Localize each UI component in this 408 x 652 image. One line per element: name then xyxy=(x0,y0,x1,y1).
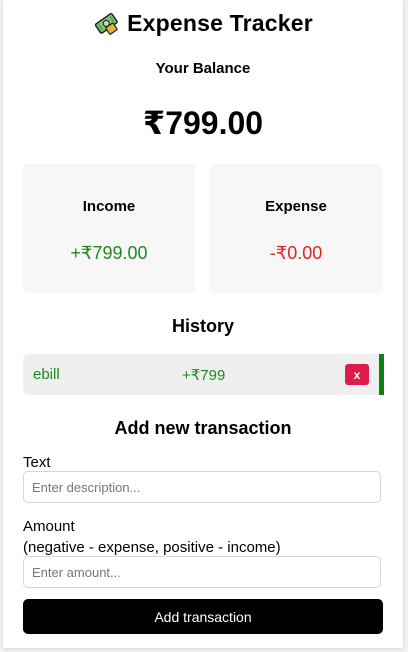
history-item-text: ebill xyxy=(33,366,60,383)
income-value: +₹799.00 xyxy=(70,243,148,263)
income-label: Income xyxy=(82,198,136,215)
delete-transaction-button[interactable]: x xyxy=(345,364,369,385)
history-item: ebill +₹799 x xyxy=(23,354,384,395)
app-header: Expense Tracker xyxy=(3,6,403,40)
history-item-amount: +₹799 xyxy=(182,367,226,384)
expense-tracker-container: Expense Tracker Your Balance ₹799.00 Inc… xyxy=(3,0,403,648)
expense-label: Expense xyxy=(265,198,327,215)
expense-card: Expense -₹0.00 xyxy=(210,164,382,293)
balance-label: Your Balance xyxy=(155,60,251,77)
balance-value: ₹799.00 xyxy=(142,105,264,141)
add-transaction-title: Add new transaction xyxy=(114,418,292,438)
text-field-label: Text xyxy=(23,454,51,471)
description-input[interactable] xyxy=(23,471,381,503)
amount-field-label: Amount xyxy=(23,518,75,535)
amount-input[interactable] xyxy=(23,556,381,588)
expense-value: -₹0.00 xyxy=(269,243,323,263)
amount-field-hint: (negative - expense, positive - income) xyxy=(23,539,281,556)
money-bag-icon xyxy=(93,10,119,36)
income-card: Income +₹799.00 xyxy=(23,164,195,293)
add-transaction-button[interactable]: Add transaction xyxy=(23,599,383,634)
app-title: Expense Tracker xyxy=(127,9,313,36)
history-title: History xyxy=(171,316,234,336)
